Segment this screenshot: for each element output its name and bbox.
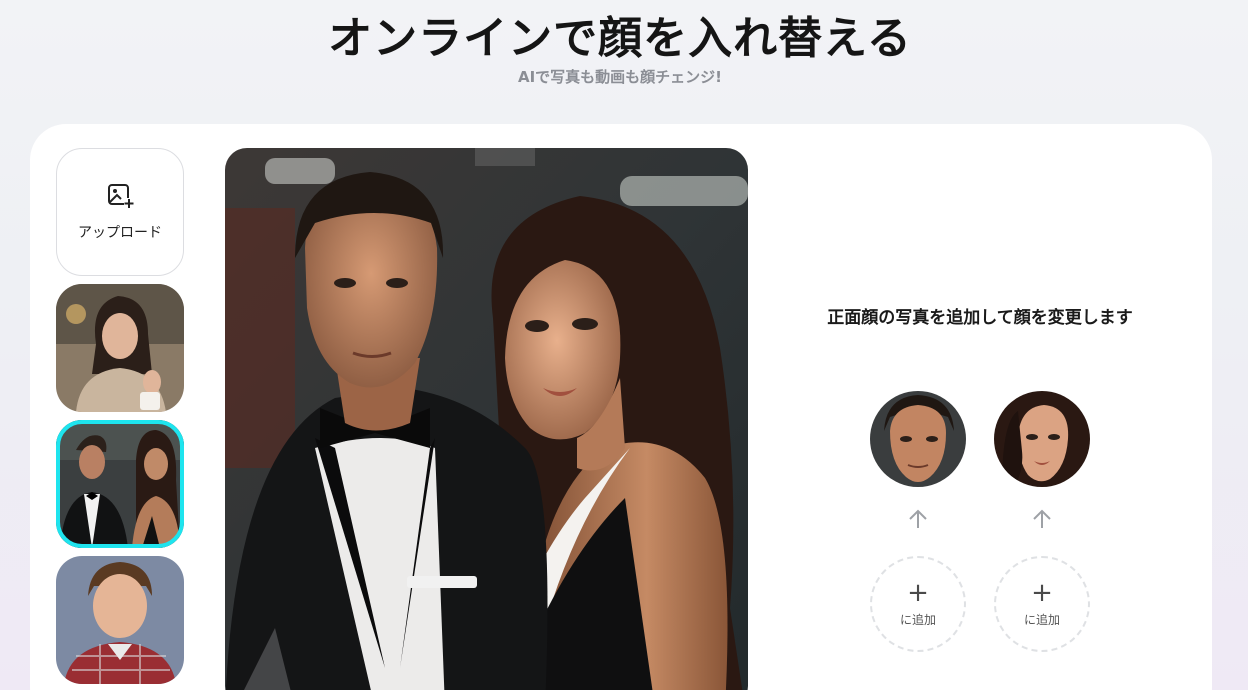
young-man-image bbox=[56, 556, 184, 684]
sample-thumbnail-couple[interactable] bbox=[56, 420, 184, 548]
woman-face-image bbox=[994, 391, 1090, 487]
detected-face-man[interactable] bbox=[870, 391, 966, 487]
woman-cafe-image bbox=[56, 284, 184, 412]
upload-button[interactable]: アップロード bbox=[56, 148, 184, 276]
arrow-up-icon bbox=[909, 509, 927, 528]
detected-face-woman[interactable] bbox=[994, 391, 1090, 487]
plus-icon: + bbox=[1031, 577, 1053, 608]
couple-image bbox=[56, 420, 184, 548]
add-label: に追加 bbox=[899, 612, 936, 627]
upload-label: アップロード bbox=[78, 225, 162, 241]
couple-large-image bbox=[225, 148, 748, 690]
page-subtitle: AIで写真も動画も顔チェンジ! bbox=[517, 68, 723, 86]
sample-thumbnail-woman[interactable] bbox=[56, 284, 184, 412]
arrow-up-icon bbox=[1033, 509, 1051, 528]
page-title: オンラインで顔を入れ替える bbox=[328, 13, 912, 64]
add-label: に追加 bbox=[1023, 612, 1060, 627]
image-upload-icon bbox=[108, 184, 134, 208]
plus-icon: + bbox=[907, 577, 929, 608]
main-preview-image bbox=[225, 148, 748, 690]
man-face-image bbox=[870, 391, 966, 487]
add-face-slot-1[interactable]: + に追加 bbox=[870, 556, 966, 652]
add-face-slot-2[interactable]: + に追加 bbox=[994, 556, 1090, 652]
sample-thumbnail-young-man[interactable] bbox=[56, 556, 184, 684]
instruction-text: 正面顔の写真を追加して顔を変更します bbox=[827, 308, 1133, 328]
